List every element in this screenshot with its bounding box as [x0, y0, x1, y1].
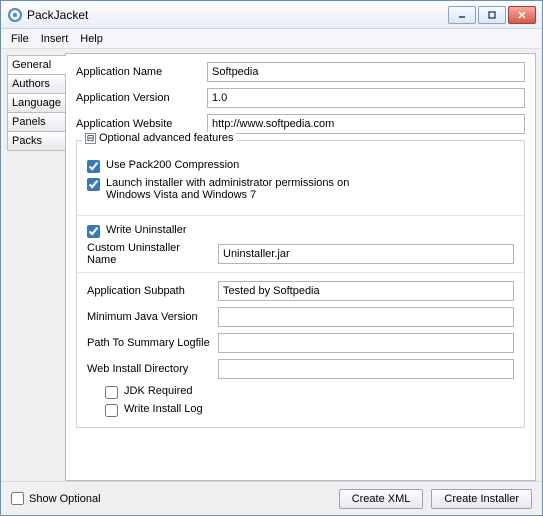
advanced-header-label: Optional advanced features: [99, 132, 234, 144]
app-name-label: Application Name: [76, 66, 201, 78]
write-uninstaller-checkbox[interactable]: [87, 225, 100, 238]
app-subpath-label: Application Subpath: [87, 285, 212, 297]
maximize-button[interactable]: [478, 6, 506, 24]
write-install-log-checkbox[interactable]: [105, 404, 118, 417]
jdk-required-label: JDK Required: [124, 385, 514, 397]
jdk-required-checkbox[interactable]: [105, 386, 118, 399]
summary-log-label: Path To Summary Logfile: [87, 337, 212, 349]
window-title: PackJacket: [27, 8, 448, 22]
minimize-button[interactable]: [448, 6, 476, 24]
custom-uninstaller-label: Custom Uninstaller Name: [87, 242, 212, 266]
tab-language[interactable]: Language: [7, 93, 65, 113]
tab-general[interactable]: General: [7, 55, 65, 75]
tab-panels[interactable]: Panels: [7, 112, 65, 132]
use-pack200-label: Use Pack200 Compression: [106, 159, 514, 171]
footer: Show Optional Create XML Create Installe…: [1, 481, 542, 515]
app-window: PackJacket File Insert Help General Auth…: [0, 0, 543, 516]
app-name-input[interactable]: [207, 62, 525, 82]
write-uninstaller-label: Write Uninstaller: [106, 224, 514, 236]
write-install-log-label: Write Install Log: [124, 403, 514, 415]
min-java-input[interactable]: [218, 307, 514, 327]
menu-insert[interactable]: Insert: [35, 31, 75, 47]
close-button[interactable]: [508, 6, 536, 24]
web-install-label: Web Install Directory: [87, 363, 212, 375]
app-version-label: Application Version: [76, 92, 201, 104]
tab-packs[interactable]: Packs: [7, 131, 65, 151]
side-tabs: General Authors Language Panels Packs: [7, 53, 65, 481]
show-optional-checkbox[interactable]: [11, 492, 24, 505]
app-subpath-input[interactable]: [218, 281, 514, 301]
menu-file[interactable]: File: [5, 31, 35, 47]
launch-admin-label: Launch installer with administrator perm…: [106, 177, 366, 201]
create-xml-button[interactable]: Create XML: [339, 489, 424, 509]
expander-icon[interactable]: ⊟: [85, 133, 96, 144]
app-icon: [7, 7, 23, 23]
summary-log-input[interactable]: [218, 333, 514, 353]
tab-authors[interactable]: Authors: [7, 74, 65, 94]
min-java-label: Minimum Java Version: [87, 311, 212, 323]
app-website-input[interactable]: [207, 114, 525, 134]
use-pack200-checkbox[interactable]: [87, 160, 100, 173]
web-install-input[interactable]: [218, 359, 514, 379]
custom-uninstaller-input[interactable]: [218, 244, 514, 264]
launch-admin-checkbox[interactable]: [87, 178, 100, 191]
menubar: File Insert Help: [1, 29, 542, 49]
advanced-group: ⊟ Optional advanced features Use Pack200…: [76, 140, 525, 428]
app-version-input[interactable]: [207, 88, 525, 108]
app-website-label: Application Website: [76, 118, 201, 130]
content-panel: Application Name Application Version App…: [65, 53, 536, 481]
menu-help[interactable]: Help: [74, 31, 109, 47]
show-optional-label: Show Optional: [29, 493, 101, 505]
create-installer-button[interactable]: Create Installer: [431, 489, 532, 509]
titlebar: PackJacket: [1, 1, 542, 29]
